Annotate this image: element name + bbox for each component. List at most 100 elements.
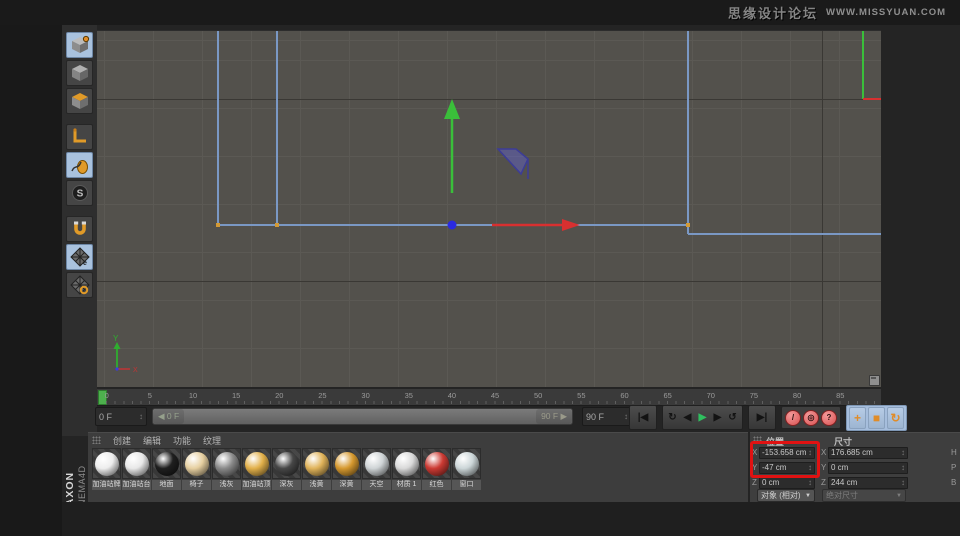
material-label: 椅子 <box>182 480 211 490</box>
snap-settings-button[interactable]: S <box>66 180 93 206</box>
range-end-grip[interactable]: 90 F ▶ <box>536 409 572 424</box>
material-preview[interactable] <box>392 448 421 479</box>
stepper-icon[interactable]: ↕ <box>139 412 143 421</box>
coordinates-panel: 位置 尺寸 X -153.658 cm ↕ X 176.685 cm ↕ H Y -47 cm ↕… <box>750 432 960 505</box>
material-label: 窗口 <box>452 480 481 490</box>
make-editable-button[interactable] <box>66 32 93 58</box>
frame-tick-label: 15 <box>231 391 241 400</box>
timeline-ruler[interactable]: 0 5 10 15 20 25 30 35 40 45 50 55 60 65 70 75 80 85 <box>97 388 881 406</box>
material-menu-1[interactable]: 编辑 <box>143 434 161 447</box>
tool-group: + ■ ↻ <box>846 404 907 431</box>
position-z-label: Z <box>752 478 757 487</box>
left-toolbar: Se <box>62 25 97 436</box>
material-preview[interactable] <box>362 448 391 479</box>
material-preview[interactable] <box>452 448 481 479</box>
play-button[interactable]: ▶ <box>695 412 710 423</box>
viewport[interactable]: Y X <box>97 30 881 387</box>
end-frame-field[interactable]: 90 F ↕ <box>582 407 632 426</box>
size-z-field[interactable]: 244 cm ↕ <box>828 476 908 489</box>
material-item[interactable]: 椅子 <box>182 448 211 490</box>
material-item[interactable]: 天空 <box>362 448 391 490</box>
left-background <box>0 25 62 536</box>
record-active-objects-button[interactable]: / <box>785 409 801 426</box>
move-tool-button[interactable]: + <box>849 406 866 429</box>
autokey-button[interactable]: ◎ <box>803 409 819 426</box>
position-z-field[interactable]: 0 cm ↕ <box>759 476 815 489</box>
next-frame-button[interactable]: ▶ <box>710 412 725 423</box>
panel-grip-icon[interactable] <box>92 436 101 444</box>
polygons-mode-button[interactable] <box>66 272 93 298</box>
mesh-o-icon <box>69 275 90 295</box>
cube-dot-icon <box>70 35 90 55</box>
frame-tick-label: 35 <box>404 391 413 400</box>
frame-tick-label: 40 <box>447 391 457 400</box>
title-bar: 思缘设计论坛 WWW.MISSYUAN.COM <box>0 0 960 25</box>
stepper-icon[interactable]: ↕ <box>624 412 628 421</box>
material-menu-2[interactable]: 功能 <box>173 434 191 447</box>
magnet-tool-button[interactable] <box>66 216 93 242</box>
current-frame-field[interactable]: 0 F ↕ <box>95 407 147 426</box>
material-sphere-icon <box>365 452 389 476</box>
material-sphere-icon <box>275 452 299 476</box>
material-preview[interactable] <box>422 448 451 479</box>
material-item[interactable]: 深灰 <box>272 448 301 490</box>
material-preview[interactable] <box>92 448 121 479</box>
frame-tick-label: 20 <box>275 391 284 400</box>
frame-tick-label: 60 <box>620 391 629 400</box>
position-x-field[interactable]: -153.658 cm ↕ <box>759 446 815 459</box>
cube-icon <box>70 63 90 83</box>
rotate-tool-button[interactable]: ↻ <box>887 406 904 429</box>
position-y-field[interactable]: -47 cm ↕ <box>759 461 815 474</box>
material-menu-0[interactable]: 创建 <box>113 434 131 447</box>
mouse-icon <box>70 155 90 175</box>
material-preview[interactable] <box>332 448 361 479</box>
previous-frame-button[interactable]: ◀ <box>680 412 695 423</box>
material-sphere-icon <box>395 452 419 476</box>
mouse-input-button[interactable] <box>66 152 93 178</box>
material-item[interactable]: 浅灰 <box>212 448 241 490</box>
panel-grip-icon[interactable] <box>753 436 762 444</box>
scene-overlay: Y X <box>113 31 881 374</box>
material-preview[interactable] <box>182 448 211 479</box>
frame-tick-label: 75 <box>749 391 759 400</box>
range-start-grip[interactable]: ◀ 0 F <box>153 409 185 424</box>
rotation-h-label: H <box>951 448 957 457</box>
material-item[interactable]: 窗口 <box>452 448 481 490</box>
scale-tool-button[interactable]: ■ <box>868 406 885 429</box>
size-z-label: Z <box>821 478 826 487</box>
cycle-backward-button[interactable]: ↻ <box>665 412 680 423</box>
material-item[interactable]: 材质 1 <box>392 448 421 490</box>
size-x-field[interactable]: 176.685 cm ↕ <box>828 446 908 459</box>
viewport-corner-icon[interactable] <box>869 375 880 386</box>
material-item[interactable]: 加油站顶 <box>242 448 271 490</box>
go-to-start-button[interactable]: |◀ <box>629 405 657 430</box>
texture-mode-button[interactable] <box>66 88 93 114</box>
cube-top-icon <box>70 91 90 111</box>
cycle-forward-button[interactable]: ↺ <box>725 412 740 423</box>
size-mode-dropdown[interactable]: 绝对尺寸 ▼ <box>822 489 906 502</box>
record-options-button[interactable]: ? <box>821 409 837 426</box>
material-item[interactable]: 加油站台 <box>122 448 151 490</box>
material-preview[interactable] <box>122 448 151 479</box>
timeline-range-slider[interactable]: ◀ 0 F 90 F ▶ <box>152 408 573 425</box>
coordinate-mode-dropdown[interactable]: 对象 (相对) ▼ <box>757 489 815 502</box>
material-preview[interactable] <box>272 448 301 479</box>
material-menu-3[interactable]: 纹理 <box>203 434 221 447</box>
points-mode-button[interactable]: e <box>66 244 93 270</box>
material-item[interactable]: 地面 <box>152 448 181 490</box>
material-item[interactable]: 加油站牌 <box>92 448 121 490</box>
coordinate-row-x: X -153.658 cm ↕ X 176.685 cm ↕ H <box>752 446 958 459</box>
size-y-field[interactable]: 0 cm ↕ <box>828 461 908 474</box>
material-item[interactable]: 深黄 <box>332 448 361 490</box>
material-item[interactable]: 红色 <box>422 448 451 490</box>
workplane-mode-button[interactable] <box>66 124 93 150</box>
model-mode-button[interactable] <box>66 60 93 86</box>
go-to-end-button[interactable]: ▶| <box>748 405 776 430</box>
material-preview[interactable] <box>212 448 241 479</box>
material-item[interactable]: 浅黄 <box>302 448 331 490</box>
transport-controls: |◀ ↻ ◀ ▶ ▶ ↺ ▶| / ◎? + ■ ↻ <box>629 404 907 431</box>
material-preview[interactable] <box>242 448 271 479</box>
material-sphere-icon <box>215 452 239 476</box>
material-preview[interactable] <box>152 448 181 479</box>
material-preview[interactable] <box>302 448 331 479</box>
